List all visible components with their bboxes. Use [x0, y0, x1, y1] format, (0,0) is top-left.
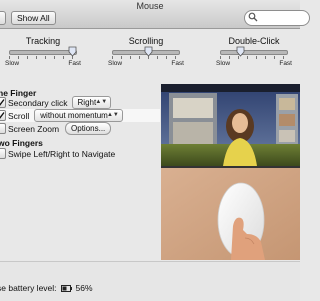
gesture-preview: [161, 84, 300, 260]
double-click-max-label: Fast: [279, 60, 292, 67]
tracking-max-label: Fast: [68, 60, 81, 67]
scroll-demo-video: [161, 84, 300, 166]
tracking-title: Tracking: [25, 36, 61, 46]
double-click-slider-thumb[interactable]: [236, 46, 245, 57]
checkmark-icon: [0, 99, 5, 106]
checkmark-icon: [0, 112, 5, 119]
scrolling-min-label: Slow: [108, 60, 123, 67]
battery-value: 56%: [75, 283, 93, 293]
screen-zoom-row: Screen Zoom Options...: [0, 122, 112, 135]
scroll-popup-value: without momentum: [40, 111, 108, 120]
scrolling-slider[interactable]: [112, 46, 180, 57]
search-icon: [248, 12, 258, 22]
swipe-checkbox[interactable]: [0, 148, 6, 159]
popup-arrows-icon: ▲▼: [95, 99, 108, 105]
secondary-click-checkbox[interactable]: [0, 97, 6, 108]
scrolling-title: Scrolling: [128, 36, 164, 46]
secondary-click-popup-value: Right: [77, 98, 97, 107]
show-all-button[interactable]: Show All: [11, 11, 56, 25]
battery-icon: [60, 284, 72, 292]
double-click-slider-group: Double-Click Slow Fast: [216, 36, 292, 67]
tracking-slider-thumb[interactable]: [68, 46, 77, 57]
scroll-row: Scroll without momentum ▲▼: [0, 109, 160, 122]
tracking-slider[interactable]: [9, 46, 77, 57]
double-click-min-label: Slow: [216, 60, 231, 67]
scrolling-slider-thumb[interactable]: [144, 46, 153, 57]
battery-label: se battery level:: [0, 283, 57, 293]
back-forward-button[interactable]: [0, 11, 6, 25]
scroll-popup[interactable]: without momentum ▲▼: [34, 109, 123, 122]
gesture-options: ne Finger Secondary click Right ▲▼ Scrol…: [0, 82, 160, 260]
tracking-slider-group: Tracking Slow Fast: [5, 36, 81, 67]
tracking-min-label: Slow: [5, 60, 20, 67]
double-click-title: Double-Click: [228, 36, 280, 46]
double-click-slider[interactable]: [220, 46, 288, 57]
screen-zoom-label: Screen Zoom: [8, 123, 60, 134]
status-footer: se battery level: 56%: [0, 261, 300, 301]
swipe-row: Swipe Left/Right to Navigate: [0, 147, 115, 160]
double-click-ticks: [220, 56, 288, 59]
screen-zoom-options-button[interactable]: Options...: [65, 122, 112, 135]
swipe-label: Swipe Left/Right to Navigate: [8, 148, 116, 159]
scrolling-max-label: Fast: [171, 60, 184, 67]
secondary-click-label: Secondary click: [8, 97, 68, 108]
secondary-click-row: Secondary click Right ▲▼: [0, 96, 112, 109]
popup-arrows-icon: ▲▼: [106, 112, 119, 118]
screen-zoom-checkbox[interactable]: [0, 123, 6, 134]
search-field[interactable]: [244, 10, 310, 26]
window-titlebar: Mouse Show All: [0, 0, 310, 29]
magic-mouse-hand-video: [161, 168, 300, 260]
secondary-click-popup[interactable]: Right ▲▼: [71, 96, 112, 109]
scroll-checkbox[interactable]: [0, 110, 6, 121]
scrolling-slider-group: Scrolling Slow Fast: [108, 36, 184, 67]
scroll-label: Scroll: [8, 110, 30, 121]
battery-status: se battery level: 56%: [0, 283, 93, 293]
